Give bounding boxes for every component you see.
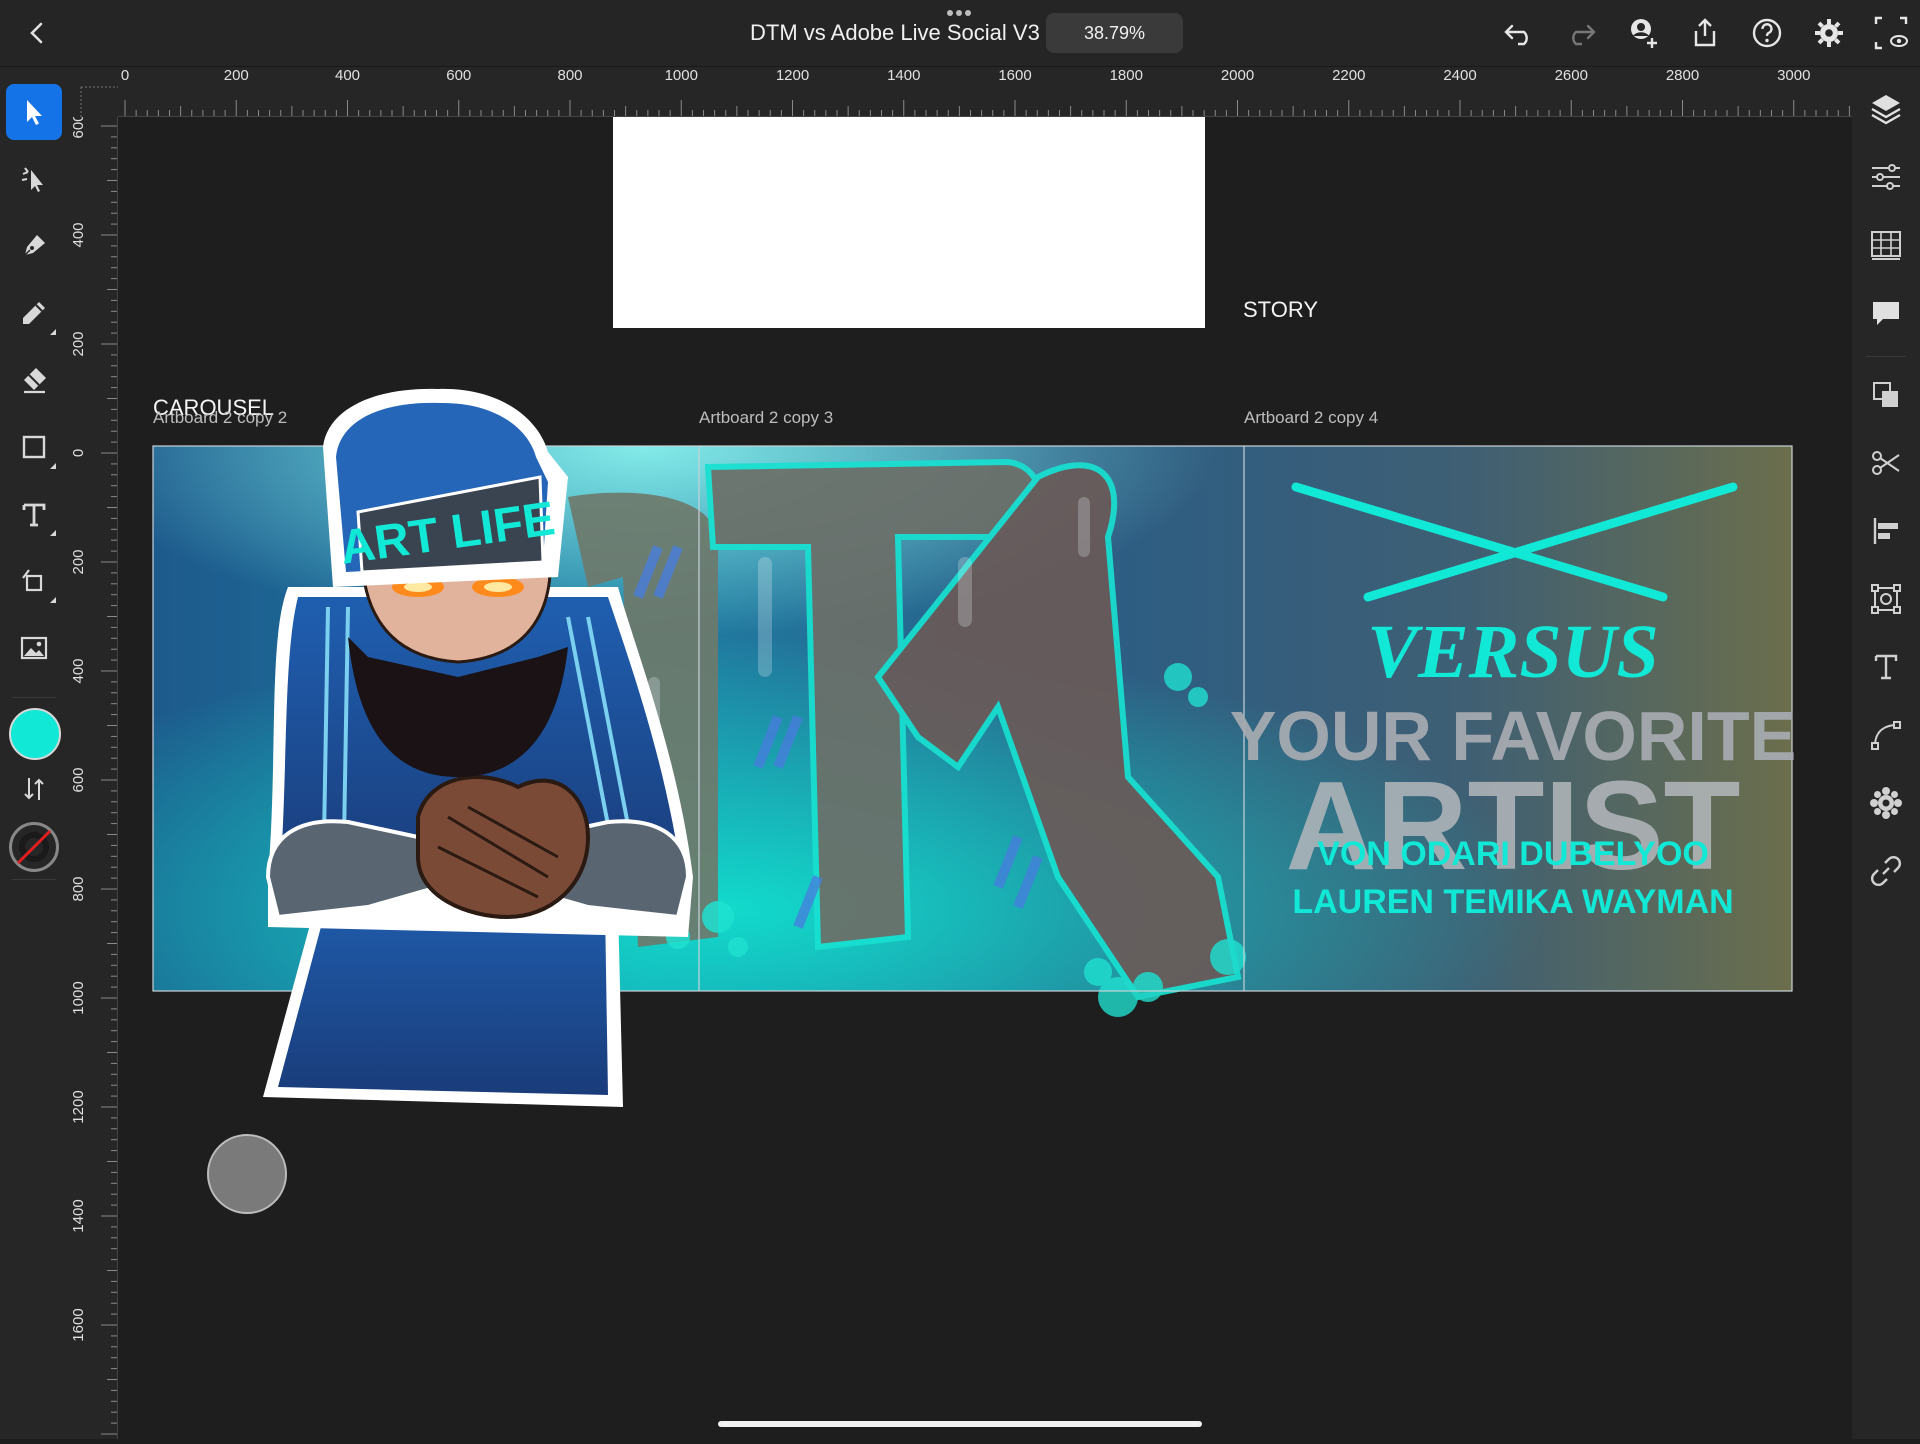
tool-options-indicator — [50, 329, 56, 335]
ruler-label: 1200 — [70, 1090, 87, 1123]
pen-nib-icon — [22, 235, 45, 258]
place-image-tool[interactable] — [6, 620, 62, 676]
settings-gear-icon[interactable] — [1810, 14, 1848, 52]
ruler-label: 600 — [70, 117, 87, 139]
transform-bounds-icon[interactable] — [1866, 579, 1906, 619]
vertical-ruler[interactable]: 600 400 200 0 200 400 600 800 1000 1200 1400 1600 — [68, 113, 118, 1439]
ruler-label: 1400 — [70, 1199, 87, 1232]
ruler-label: 200 — [224, 67, 249, 84]
ruler-label: 0 — [121, 67, 129, 84]
ruler-label: 400 — [70, 658, 87, 683]
pen-tool[interactable] — [6, 218, 62, 274]
ruler-label: 1200 — [776, 67, 809, 84]
carousel-artwork[interactable]: ART LIFE VERSUS YOUR FAVORITE ARTIST VON… — [118, 117, 1852, 1439]
text-tool[interactable] — [6, 486, 62, 542]
ruler-label: 600 — [446, 67, 471, 84]
ruler-origin-icon — [80, 86, 118, 117]
toolbar-divider — [12, 879, 56, 880]
drag-grip-icon[interactable] — [944, 8, 974, 18]
layers-icon[interactable] — [1866, 89, 1906, 129]
ruler-label: 1600 — [998, 67, 1031, 84]
swap-fill-stroke-icon[interactable] — [19, 774, 49, 804]
panel-divider — [1866, 356, 1906, 357]
ruler-label: 1600 — [70, 1308, 87, 1341]
eraser-tool[interactable] — [6, 352, 62, 408]
path-anchor-icon[interactable] — [1866, 715, 1906, 755]
ruler-label: 400 — [335, 67, 360, 84]
ruler-corner — [68, 67, 118, 117]
ruler-label: 2000 — [1221, 67, 1254, 84]
ruler-label: 400 — [70, 222, 87, 247]
preview-artboard-icon[interactable] — [1872, 14, 1910, 52]
top-actions — [1500, 14, 1920, 54]
headline-line-2: ARTIST — [1286, 755, 1741, 896]
pencil-tool[interactable] — [6, 285, 62, 341]
free-transform-icon — [22, 569, 43, 592]
back-chevron-icon[interactable] — [22, 18, 52, 48]
zoom-level[interactable]: 38.79% — [1046, 13, 1183, 53]
top-bar: DTM vs Adobe Live Social V3 38.79% — [0, 0, 1920, 67]
artist-name-2: LAUREN TEMIKA WAYMAN — [1292, 883, 1733, 921]
link-icon[interactable] — [1866, 851, 1906, 891]
stroke-color-swatch[interactable] — [9, 822, 59, 872]
tool-options-indicator — [50, 463, 56, 469]
horizontal-ruler[interactable]: 0 200 400 600 800 1000 1200 1400 1600 1800 2000 220… — [68, 67, 1852, 117]
undo-icon[interactable] — [1500, 14, 1538, 52]
grid-layout-icon[interactable] — [1866, 225, 1906, 265]
image-icon — [20, 636, 48, 660]
comments-icon[interactable] — [1866, 293, 1906, 333]
scissors-cut-icon[interactable] — [1866, 443, 1906, 483]
select-tool[interactable] — [6, 84, 62, 140]
direct-selection-icon — [21, 167, 43, 192]
tool-options-indicator — [50, 597, 56, 603]
ruler-label: 1000 — [665, 67, 698, 84]
document-title[interactable]: DTM vs Adobe Live Social V3 — [750, 20, 1040, 46]
ruler-label: 800 — [70, 876, 87, 901]
redo-icon[interactable] — [1562, 14, 1600, 52]
horizontal-ruler-ticks: 0 200 400 600 800 1000 1200 1400 1600 1800 2000 220… — [68, 67, 1852, 117]
ruler-label: 3000 — [1777, 67, 1810, 84]
canvas[interactable]: STORY CAROUSEL Artboard 2 copy 2 Artboar… — [118, 117, 1852, 1439]
share-icon[interactable] — [1686, 14, 1724, 52]
tool-options-indicator — [50, 530, 56, 536]
shape-gear-icon[interactable] — [1866, 783, 1906, 823]
ruler-label: 0 — [70, 449, 87, 457]
no-stroke-slash-icon — [16, 829, 52, 865]
fill-color-swatch[interactable] — [9, 708, 61, 760]
toolbar-divider — [12, 697, 56, 698]
rectangle-tool[interactable] — [6, 419, 62, 475]
transform-tool[interactable] — [6, 553, 62, 609]
selection-arrow-icon — [27, 100, 42, 125]
artist-name-1: VON ODARI DUBELYOO — [1317, 835, 1709, 873]
align-left-icon[interactable] — [1866, 511, 1906, 551]
ruler-label: 2800 — [1666, 67, 1699, 84]
pencil-icon — [23, 302, 45, 324]
left-toolbar — [0, 67, 69, 1439]
combine-shapes-icon[interactable] — [1866, 375, 1906, 415]
ruler-label: 1400 — [887, 67, 920, 84]
ruler-label: 2200 — [1332, 67, 1365, 84]
ruler-label: 1000 — [70, 981, 87, 1014]
text-properties-icon[interactable] — [1866, 647, 1906, 687]
right-toolbar — [1851, 67, 1920, 1439]
ruler-label: 1800 — [1110, 67, 1143, 84]
ruler-label: 600 — [70, 767, 87, 792]
properties-sliders-icon[interactable] — [1866, 157, 1906, 197]
eraser-icon — [24, 368, 46, 394]
ruler-label: 200 — [70, 549, 87, 574]
versus-headline: VERSUS — [1367, 610, 1659, 694]
home-indicator — [718, 1421, 1202, 1427]
rectangle-icon — [22, 435, 46, 459]
touch-shortcut-button[interactable] — [207, 1134, 287, 1214]
help-icon[interactable] — [1748, 14, 1786, 52]
vertical-ruler-ticks: 600 400 200 0 200 400 600 800 1000 1200 1400 1600 — [70, 113, 118, 1439]
ruler-label: 200 — [70, 331, 87, 356]
invite-user-icon[interactable] — [1624, 14, 1662, 52]
ruler-label: 800 — [557, 67, 582, 84]
type-t-icon — [22, 503, 46, 527]
direct-select-tool[interactable] — [6, 151, 62, 207]
ruler-label: 2400 — [1443, 67, 1476, 84]
ruler-label: 2600 — [1555, 67, 1588, 84]
